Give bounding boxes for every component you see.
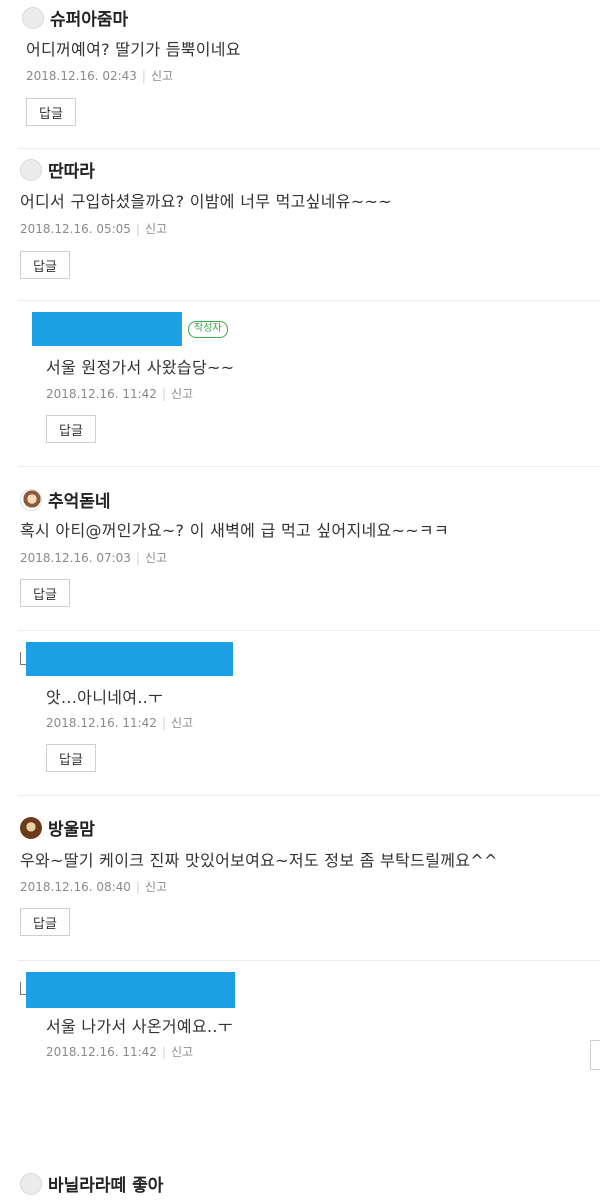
- divider: |: [161, 716, 166, 730]
- offscreen-reply-button[interactable]: [590, 1040, 600, 1070]
- comment-date: 2018.12.16. 07:03: [20, 551, 131, 565]
- reply-button[interactable]: 답글: [46, 744, 96, 772]
- comment-meta: 2018.12.16. 11:42 | 신고: [46, 714, 193, 731]
- nickname[interactable]: 딴따라: [48, 157, 95, 182]
- avatar[interactable]: [20, 816, 42, 839]
- comment-header: 방울맘: [20, 815, 95, 840]
- comment-date: 2018.12.16. 08:40: [20, 880, 131, 894]
- reply-button[interactable]: 답글: [20, 251, 70, 279]
- comment-text: 우와~딸기 케이크 진짜 맛있어보여요~저도 정보 좀 부탁드릴께요^^: [20, 851, 498, 870]
- divider: [18, 795, 600, 796]
- avatar[interactable]: [22, 6, 44, 29]
- divider: |: [161, 1045, 166, 1059]
- comment-date: 2018.12.16. 02:43: [26, 69, 137, 83]
- comment-date: 2018.12.16. 11:42: [46, 1045, 157, 1059]
- comment-header: 추억돋네: [20, 487, 111, 512]
- reply-button[interactable]: 답글: [46, 415, 96, 443]
- comment-text: 서울 원정가서 사왔습당~~: [46, 358, 235, 377]
- nickname[interactable]: 바닐라라떼 좋아: [48, 1171, 163, 1196]
- comment-header: 슈퍼아줌마: [22, 5, 128, 30]
- avatar[interactable]: [20, 1172, 42, 1195]
- divider: [18, 300, 600, 301]
- comment-meta: 2018.12.16. 05:05 | 신고: [20, 220, 167, 237]
- divider: [18, 630, 600, 631]
- comment-text: 어디꺼예여? 딸기가 듬뿍이네요: [26, 40, 241, 59]
- comment-text: 앗...아니네여..ㅜ: [46, 688, 164, 707]
- reply-button[interactable]: 답글: [20, 579, 70, 607]
- report-link[interactable]: 신고: [151, 69, 173, 83]
- comment-text: 혹시 아티@꺼인가요~? 이 새벽에 급 먹고 싶어지네요~~ㅋㅋ: [20, 521, 449, 540]
- divider: |: [135, 551, 140, 565]
- comment-date: 2018.12.16. 11:42: [46, 716, 157, 730]
- redacted-nickname: [26, 642, 233, 676]
- divider: |: [135, 222, 140, 236]
- comment-meta: 2018.12.16. 02:43 | 신고: [26, 67, 173, 84]
- comment-meta: 2018.12.16. 08:40 | 신고: [20, 878, 167, 895]
- avatar[interactable]: [20, 488, 42, 511]
- redacted-nickname: [26, 972, 235, 1008]
- reply-button[interactable]: 답글: [20, 908, 70, 936]
- nickname[interactable]: 방울맘: [48, 815, 95, 840]
- divider: |: [141, 69, 146, 83]
- divider: [18, 960, 600, 961]
- divider: |: [135, 880, 140, 894]
- comment-meta: 2018.12.16. 11:42 | 신고: [46, 1043, 193, 1060]
- avatar[interactable]: [20, 158, 42, 181]
- comment-text: 서울 나가서 사온거예요..ㅜ: [46, 1017, 233, 1036]
- redacted-nickname: [32, 312, 182, 346]
- report-link[interactable]: 신고: [171, 716, 193, 730]
- comment-header: 바닐라라떼 좋아: [20, 1171, 163, 1196]
- comment-header: 작성자: [32, 312, 228, 346]
- comment-header: [26, 972, 235, 1008]
- comment-date: 2018.12.16. 11:42: [46, 387, 157, 401]
- comment-meta: 2018.12.16. 07:03 | 신고: [20, 549, 167, 566]
- report-link[interactable]: 신고: [171, 387, 193, 401]
- comment-header: [26, 642, 233, 676]
- nickname[interactable]: 추억돋네: [48, 487, 111, 512]
- divider: |: [161, 387, 166, 401]
- comment-header: 딴따라: [20, 157, 95, 182]
- comment-meta: 2018.12.16. 11:42 | 신고: [46, 385, 193, 402]
- comment-text: 어디서 구입하셨을까요? 이밤에 너무 먹고싶네유~~~: [20, 192, 392, 211]
- author-badge: 작성자: [188, 320, 228, 338]
- report-link[interactable]: 신고: [145, 880, 167, 894]
- nickname[interactable]: 슈퍼아줌마: [50, 5, 128, 30]
- report-link[interactable]: 신고: [145, 222, 167, 236]
- divider: [18, 148, 600, 149]
- comment-date: 2018.12.16. 05:05: [20, 222, 131, 236]
- reply-button[interactable]: 답글: [26, 98, 76, 126]
- report-link[interactable]: 신고: [171, 1045, 193, 1059]
- divider: [18, 466, 600, 467]
- report-link[interactable]: 신고: [145, 551, 167, 565]
